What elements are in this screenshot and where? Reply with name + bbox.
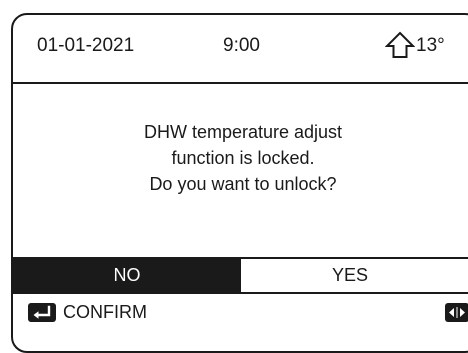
- status-bar: 01-01-2021 9:00 13°: [13, 15, 468, 84]
- choice-bar: NO YES: [13, 257, 468, 294]
- message-line-2: function is locked.: [171, 148, 315, 168]
- yes-button[interactable]: YES: [241, 259, 459, 292]
- outdoor-temperature-value: 13°: [416, 35, 445, 56]
- confirm-label: CONFIRM: [63, 302, 147, 322]
- footer-hint-bar: CONFIRM: [13, 294, 468, 334]
- date-display: 01-01-2021: [37, 35, 135, 56]
- message-line-1: DHW temperature adjust: [143, 122, 343, 142]
- left-right-arrows-icon[interactable]: [445, 303, 468, 322]
- message-line-3: Do you want to unlock?: [149, 174, 337, 194]
- house-icon: [385, 31, 415, 59]
- outdoor-temperature: 13°: [385, 29, 445, 61]
- time-display: 9:00: [223, 35, 260, 56]
- no-button[interactable]: NO: [13, 259, 241, 292]
- lock-message: DHW temperature adjust function is locke…: [13, 119, 468, 197]
- controller-screen: 01-01-2021 9:00 13° DHW temperature adju…: [11, 13, 468, 353]
- enter-key-icon[interactable]: [28, 303, 56, 322]
